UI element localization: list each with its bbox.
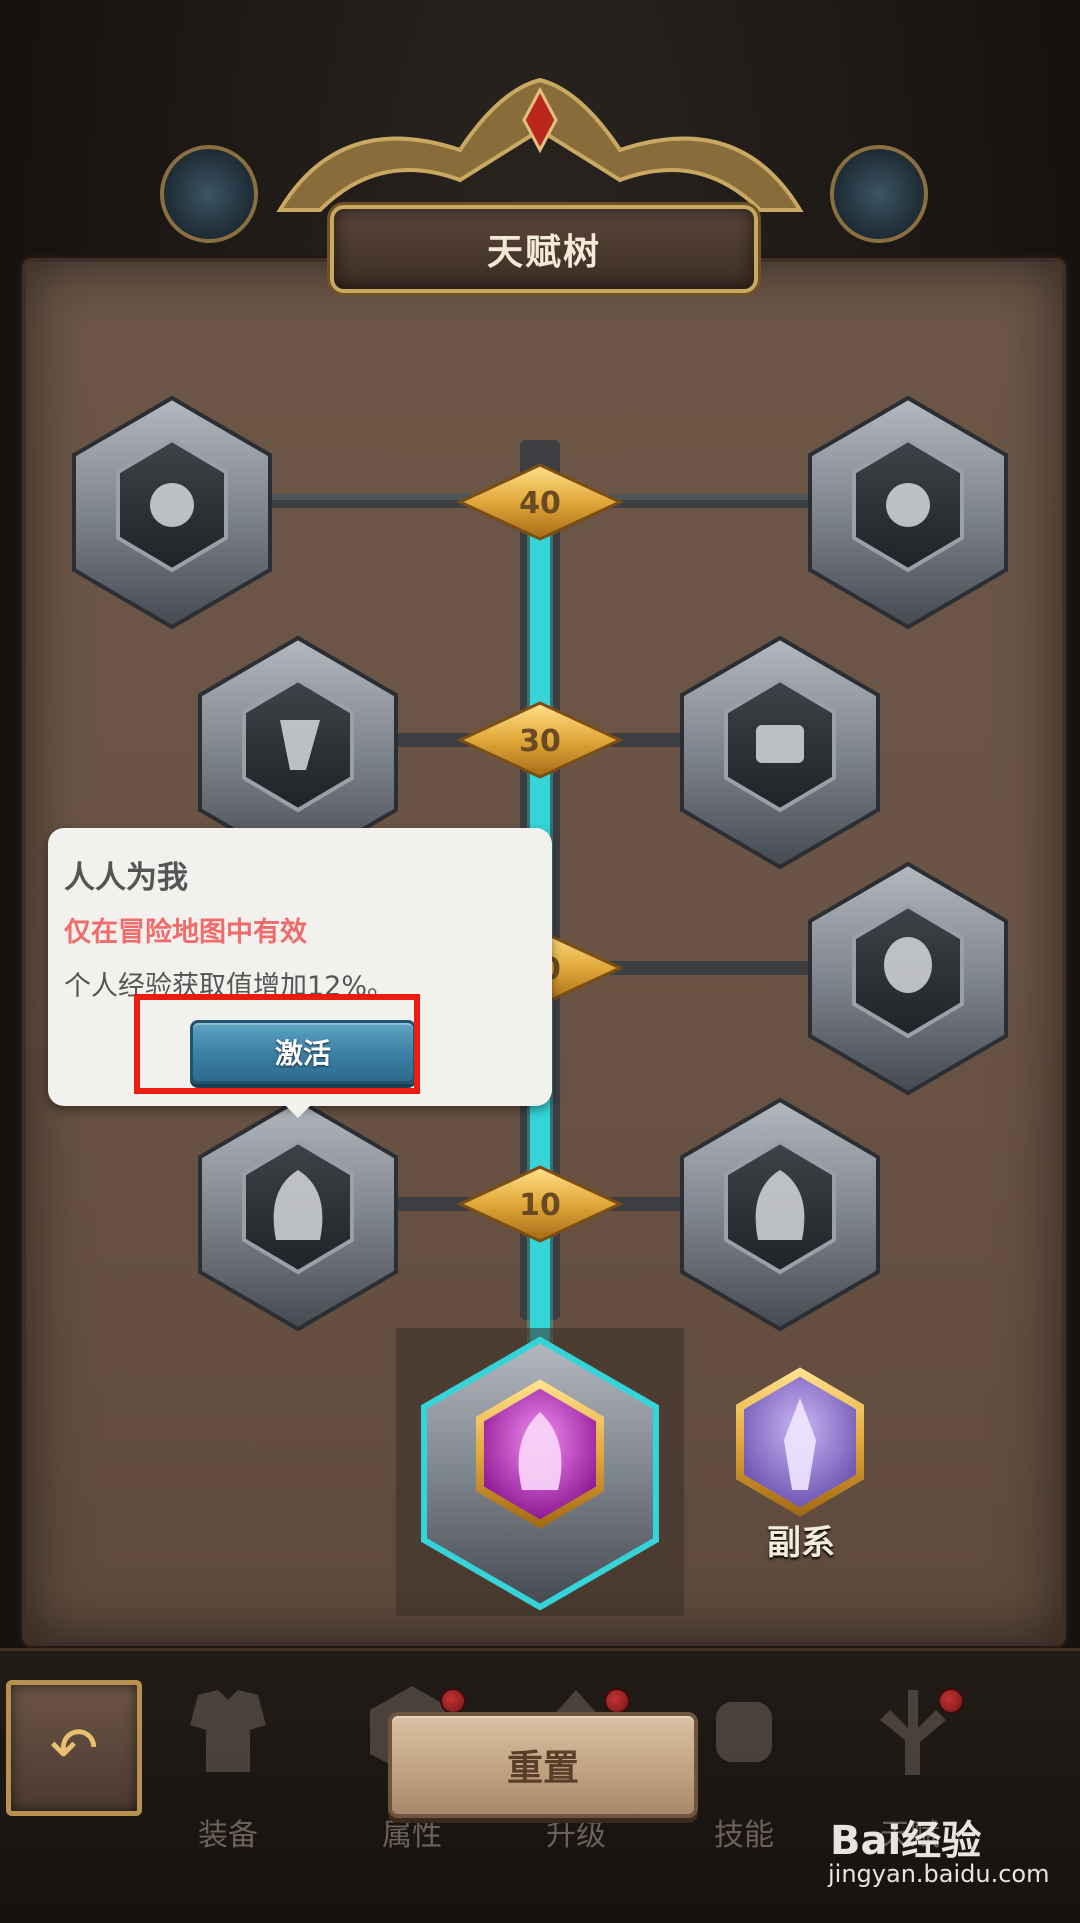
tooltip-pointer <box>284 1104 312 1118</box>
talent-node-40-left[interactable] <box>72 395 272 630</box>
talent-node-10-left[interactable] <box>198 1097 398 1332</box>
talent-node-40-right[interactable] <box>808 395 1008 630</box>
skull-icon <box>884 937 932 993</box>
fist-icon <box>716 1702 772 1762</box>
talent-sub-node[interactable] <box>736 1367 864 1517</box>
claw-ring-icon <box>886 483 930 527</box>
nav-item-skills[interactable]: 技能 <box>684 1680 804 1870</box>
svg-text:30: 30 <box>519 724 561 759</box>
talent-node-30-right[interactable] <box>680 635 880 870</box>
back-arrow-icon: ↶ <box>49 1714 99 1782</box>
notification-dot <box>604 1688 630 1714</box>
talent-node-10-right[interactable] <box>680 1097 880 1332</box>
svg-text:10: 10 <box>519 1188 561 1223</box>
talent-node-20-right[interactable] <box>808 861 1008 1096</box>
reset-button[interactable]: 重置 <box>388 1712 698 1818</box>
back-button[interactable]: ↶ <box>6 1680 142 1816</box>
notification-dot <box>938 1688 964 1714</box>
watermark-logo: Bai经验 <box>830 1818 982 1864</box>
tooltip-condition: 仅在冒险地图中有效 <box>64 917 307 948</box>
watermark-url: jingyan.baidu.com <box>828 1860 1050 1888</box>
treasure-chest-icon <box>756 725 804 763</box>
svg-text:40: 40 <box>519 486 561 521</box>
level-badge-40: 40 <box>456 463 624 541</box>
notification-dot <box>440 1688 466 1714</box>
coins-icon <box>150 483 194 527</box>
highlight-annotation <box>134 994 420 1094</box>
nav-label-equipment: 装备 <box>198 1818 258 1853</box>
level-badge-30: 30 <box>456 701 624 779</box>
tooltip-title: 人人为我 <box>64 860 188 896</box>
nav-label-skills: 技能 <box>714 1818 774 1853</box>
nav-item-equipment[interactable]: 装备 <box>168 1680 288 1870</box>
game-screen: 天赋树 40 30 10 副系 人人为我 仅在冒险地图中有效 个人经验获取值增加… <box>0 0 1080 1923</box>
armor-icon <box>190 1690 266 1772</box>
sub-branch-label: 副系 <box>767 1523 835 1563</box>
level-badge-10: 10 <box>456 1165 624 1243</box>
